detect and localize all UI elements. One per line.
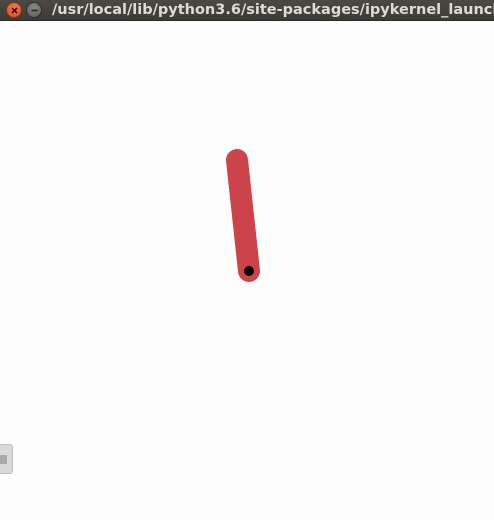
minimize-icon <box>31 9 38 12</box>
pendulum-pivot <box>244 266 254 276</box>
render-canvas <box>226 149 260 282</box>
close-icon <box>11 7 18 14</box>
close-button[interactable] <box>6 2 22 18</box>
window-title: /usr/local/lib/python3.6/site-packages/i… <box>52 2 494 18</box>
minimize-button[interactable] <box>26 2 42 18</box>
handle-grip-icon <box>0 455 7 464</box>
side-panel-handle[interactable] <box>0 444 13 474</box>
pendulum-rod <box>226 149 260 282</box>
window-titlebar: /usr/local/lib/python3.6/site-packages/i… <box>0 0 494 21</box>
